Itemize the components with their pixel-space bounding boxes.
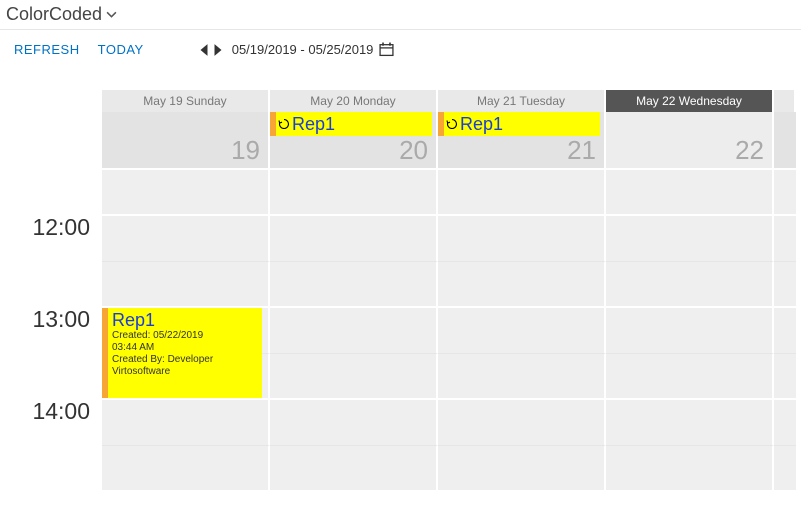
time-slot[interactable] (270, 262, 438, 308)
time-slot[interactable] (270, 216, 438, 262)
time-slot[interactable] (606, 446, 774, 492)
time-slot[interactable] (270, 308, 438, 354)
day-number: 21 (567, 135, 596, 166)
event-meta: 03:44 AM (112, 342, 258, 354)
time-slot[interactable] (270, 170, 438, 216)
time-slot[interactable] (438, 400, 606, 446)
refresh-link[interactable]: REFRESH (14, 42, 80, 57)
time-slot[interactable] (438, 262, 606, 308)
day-header[interactable]: May 22 Wednesday (606, 90, 774, 112)
event-title: Rep1 (460, 114, 503, 135)
time-slot[interactable]: Rep1 Created: 05/22/2019 03:44 AM Create… (102, 308, 270, 354)
event-meta: Created: 05/22/2019 (112, 330, 258, 342)
page-title-bar: ColorCoded (0, 0, 801, 30)
time-slot[interactable] (606, 170, 774, 216)
time-slot[interactable] (102, 170, 270, 216)
time-label: 12:00 (0, 216, 102, 262)
time-slot[interactable] (438, 308, 606, 354)
time-slot[interactable] (270, 446, 438, 492)
time-slot[interactable] (606, 354, 774, 400)
allday-cell[interactable]: 22 (606, 112, 774, 170)
event-title: Rep1 (112, 310, 258, 330)
time-slot[interactable] (102, 446, 270, 492)
event-meta: Virtosoftware (112, 366, 258, 378)
time-slot[interactable] (270, 354, 438, 400)
day-number: 22 (735, 135, 764, 166)
page-title: ColorCoded (6, 4, 102, 25)
allday-cell[interactable]: Rep1 21 (438, 112, 606, 170)
recurring-icon (278, 118, 290, 130)
time-slot[interactable] (606, 400, 774, 446)
recurring-icon (446, 118, 458, 130)
time-label: 13:00 (0, 308, 102, 354)
date-range-text: 05/19/2019 - 05/25/2019 (232, 42, 374, 57)
allday-cell[interactable]: 19 (102, 112, 270, 170)
time-slot[interactable] (606, 262, 774, 308)
time-slot[interactable] (102, 400, 270, 446)
toolbar: REFRESH TODAY 05/19/2019 - 05/25/2019 (0, 30, 801, 70)
time-slot[interactable] (102, 262, 270, 308)
time-slot[interactable] (606, 216, 774, 262)
time-slot[interactable] (438, 170, 606, 216)
time-slot[interactable] (438, 446, 606, 492)
chevron-down-icon[interactable] (106, 9, 117, 20)
calendar: May 19 Sunday May 20 Monday May 21 Tuesd… (0, 70, 801, 492)
allday-event[interactable]: Rep1 (438, 112, 600, 136)
calendar-icon[interactable] (379, 42, 394, 57)
date-range: 05/19/2019 - 05/25/2019 (232, 42, 395, 57)
time-slot[interactable] (606, 308, 774, 354)
next-arrow-icon[interactable] (212, 43, 224, 57)
day-header[interactable]: May 19 Sunday (102, 90, 270, 112)
time-slot[interactable] (438, 216, 606, 262)
today-link[interactable]: TODAY (98, 42, 144, 57)
prev-arrow-icon[interactable] (198, 43, 210, 57)
allday-cell[interactable]: Rep1 20 (270, 112, 438, 170)
time-slot[interactable] (270, 400, 438, 446)
allday-event[interactable]: Rep1 (270, 112, 432, 136)
time-label: 14:00 (0, 400, 102, 446)
timed-event[interactable]: Rep1 Created: 05/22/2019 03:44 AM Create… (102, 308, 262, 398)
day-header[interactable]: May 21 Tuesday (438, 90, 606, 112)
event-meta: Created By: Developer (112, 354, 258, 366)
day-header[interactable]: May 20 Monday (270, 90, 438, 112)
time-slot[interactable] (438, 354, 606, 400)
day-number: 19 (231, 135, 260, 166)
time-slot[interactable] (102, 216, 270, 262)
day-number: 20 (399, 135, 428, 166)
event-title: Rep1 (292, 114, 335, 135)
